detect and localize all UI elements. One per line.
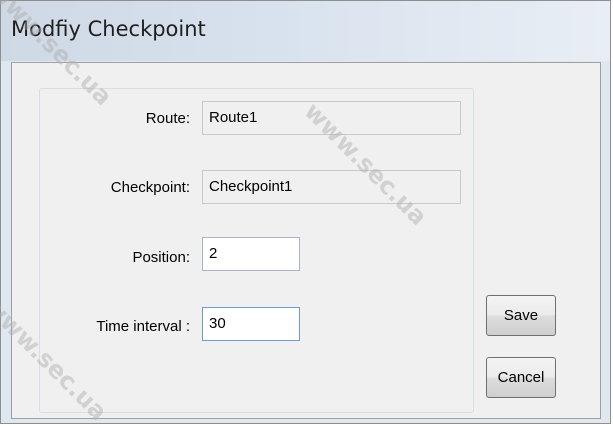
route-field[interactable]: Route1 xyxy=(202,101,461,135)
save-button[interactable]: Save xyxy=(486,295,556,336)
checkpoint-field[interactable]: Checkpoint1 xyxy=(202,170,461,204)
dialog-window: Modfiy Checkpoint Route: Route1 Checkpoi… xyxy=(0,0,611,424)
title-bar[interactable]: Modfiy Checkpoint xyxy=(1,1,610,61)
position-label: Position: xyxy=(132,249,190,266)
checkpoint-label: Checkpoint: xyxy=(110,179,190,196)
window-title: Modfiy Checkpoint xyxy=(11,17,206,41)
time-interval-label: Time interval : xyxy=(96,318,190,335)
position-input[interactable]: 2 xyxy=(202,237,300,271)
dialog-client-area: Route: Route1 Checkpoint: Checkpoint1 Po… xyxy=(11,62,601,419)
cancel-button[interactable]: Cancel xyxy=(486,357,556,398)
route-label: Route: xyxy=(145,110,190,127)
time-interval-input[interactable]: 30 xyxy=(202,307,300,341)
